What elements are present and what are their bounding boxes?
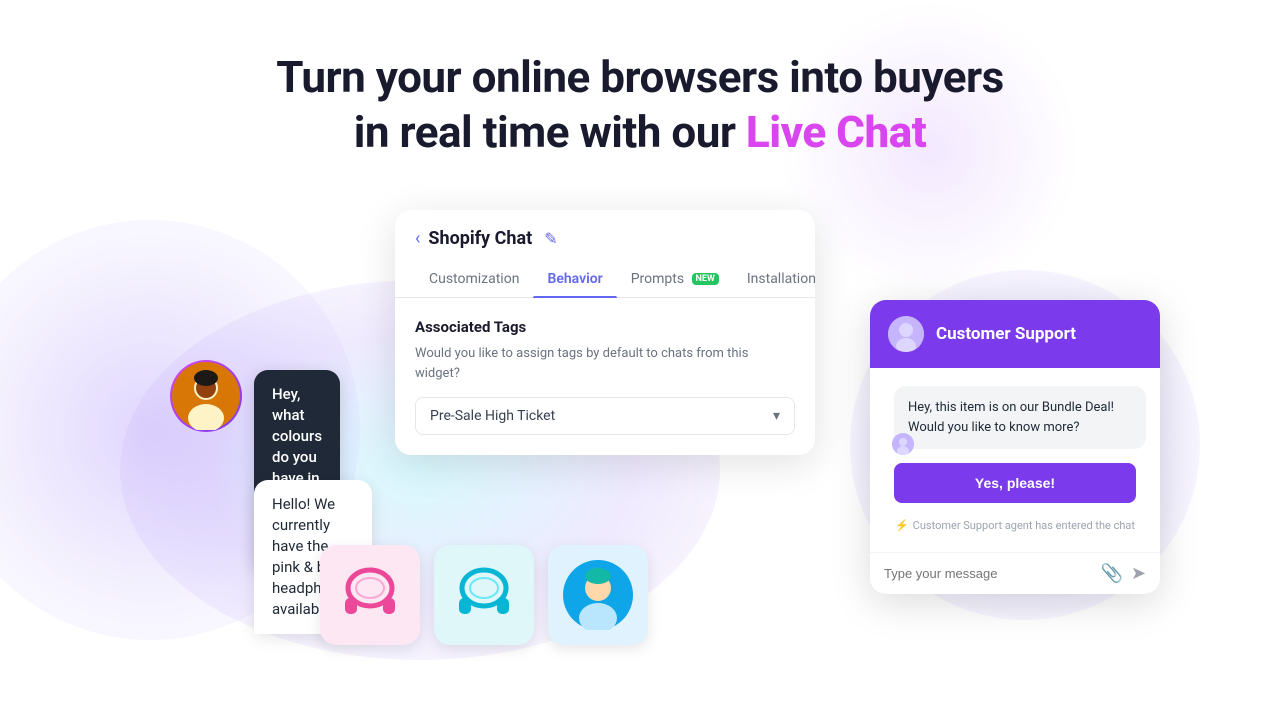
shopify-tabs: Customization Behavior Prompts NEW Insta… xyxy=(395,261,815,298)
teal-headphones-svg xyxy=(449,560,519,630)
tab-prompts[interactable]: Prompts NEW xyxy=(617,261,733,297)
user-avatar xyxy=(170,360,242,432)
cs-panel: Customer Support Hey, this item is on ou… xyxy=(870,300,1160,594)
tab-customization[interactable]: Customization xyxy=(415,261,533,297)
cs-status-label: Customer Support agent has entered the c… xyxy=(913,519,1135,532)
cs-panel-title: Customer Support xyxy=(936,324,1076,344)
edit-icon[interactable]: ✎ xyxy=(544,229,557,248)
back-arrow-icon[interactable]: ‹ xyxy=(415,228,420,249)
person-svg xyxy=(563,560,633,630)
cs-message-avatar xyxy=(892,433,914,455)
cs-message-input[interactable] xyxy=(884,566,1092,581)
cs-msg-avatar-svg xyxy=(892,433,914,455)
product-pink-headphones xyxy=(320,545,420,645)
cs-avatar xyxy=(888,316,924,352)
dropdown-value: Pre-Sale High Ticket xyxy=(430,408,555,424)
yes-please-button[interactable]: Yes, please! xyxy=(894,463,1136,503)
product-person xyxy=(548,545,648,645)
new-badge: NEW xyxy=(692,273,719,285)
user-avatar-svg xyxy=(172,362,240,430)
cs-message-bubble: Hey, this item is on our Bundle Deal! Wo… xyxy=(894,386,1146,449)
product-row xyxy=(320,545,648,645)
shopify-panel: ‹ Shopify Chat ✎ Customization Behavior … xyxy=(395,210,815,455)
cs-message-line1: Hey, this item is on our Bundle Deal! xyxy=(908,398,1132,418)
tags-dropdown[interactable]: Pre-Sale High Ticket ▾ xyxy=(415,397,795,435)
hero-line2-prefix: in real time with our xyxy=(354,106,746,158)
pink-headphones-svg xyxy=(335,560,405,630)
cs-panel-header: Customer Support xyxy=(870,300,1160,368)
associated-tags-desc: Would you like to assign tags by default… xyxy=(415,344,795,383)
shopify-panel-header: ‹ Shopify Chat ✎ xyxy=(395,210,815,261)
cs-panel-body: Hey, this item is on our Bundle Deal! Wo… xyxy=(870,368,1160,552)
attach-icon[interactable]: 📎 xyxy=(1100,563,1122,584)
status-dot-icon: ⚡ xyxy=(895,519,909,532)
hero-title: Turn your online browsers into buyers in… xyxy=(0,50,1280,160)
tab-installation[interactable]: Installation xyxy=(733,261,830,297)
product-teal-headphones xyxy=(434,545,534,645)
cs-message-line2: Would you like to know more? xyxy=(908,418,1132,438)
associated-tags-label: Associated Tags xyxy=(415,318,795,336)
hero-line1: Turn your online browsers into buyers xyxy=(276,51,1004,103)
cs-input-area: 📎 ➤ xyxy=(870,552,1160,594)
chevron-down-icon: ▾ xyxy=(773,408,780,424)
hero-section: Turn your online browsers into buyers in… xyxy=(0,50,1280,160)
hero-highlight: Live Chat xyxy=(746,106,926,158)
shopify-body: Associated Tags Would you like to assign… xyxy=(395,298,815,455)
cs-avatar-svg xyxy=(888,316,924,352)
tab-behavior[interactable]: Behavior xyxy=(533,261,616,297)
shopify-panel-title: Shopify Chat xyxy=(428,228,532,249)
cs-status-text: ⚡ Customer Support agent has entered the … xyxy=(884,515,1146,542)
send-icon[interactable]: ➤ xyxy=(1131,563,1146,584)
